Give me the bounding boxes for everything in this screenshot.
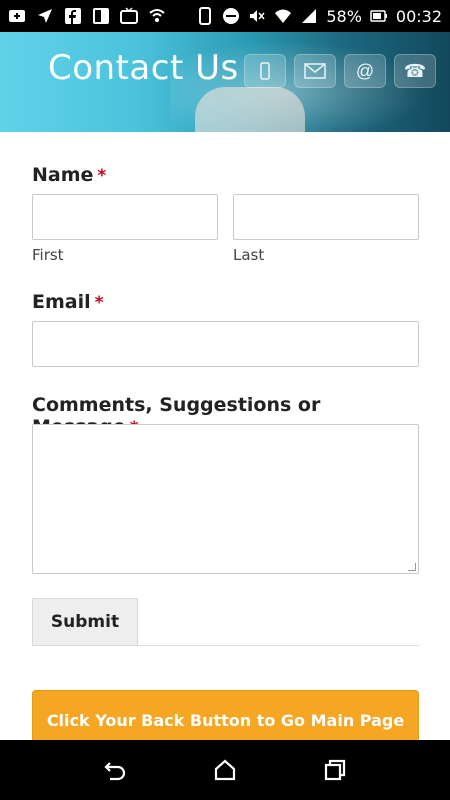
battery-percent: 58% (326, 6, 362, 26)
mobile-icon (244, 54, 286, 88)
submit-button[interactable]: Submit (32, 598, 138, 646)
last-name-group: Last (233, 194, 419, 264)
minus-circle-icon (222, 7, 240, 25)
signal-icon (300, 7, 318, 25)
message-textarea[interactable] (32, 424, 419, 574)
first-name-sublabel: First (32, 246, 64, 264)
add-icon (8, 7, 26, 25)
last-name-sublabel: Last (233, 246, 265, 264)
navigation-bar (0, 740, 450, 800)
submit-row: Submit (32, 598, 419, 646)
navigation-icon (36, 7, 54, 25)
first-name-input[interactable] (32, 194, 218, 240)
header-banner: Contact Us @ ☎ (0, 32, 450, 132)
telephone-icon: ☎ (394, 54, 436, 88)
first-name-group: First (32, 194, 218, 264)
required-marker: * (94, 293, 104, 313)
status-bar: 58% 00:32 (0, 0, 450, 32)
back-icon[interactable] (99, 754, 131, 786)
at-icon: @ (344, 54, 386, 88)
email-label-group: Email * (32, 291, 104, 313)
recents-icon[interactable] (319, 754, 351, 786)
phone-icon (196, 7, 214, 25)
last-name-input[interactable] (233, 194, 419, 240)
shield-icon (148, 7, 166, 25)
email-input[interactable] (32, 321, 419, 367)
banner-hand-image (195, 87, 305, 132)
mail-icon (294, 54, 336, 88)
facebook-icon (64, 7, 82, 25)
name-label: Name (32, 164, 94, 186)
email-label: Email (32, 291, 91, 313)
resize-handle-icon[interactable] (408, 563, 416, 571)
name-row: First Last (32, 194, 419, 264)
clock: 00:32 (395, 6, 442, 26)
name-label-group: Name * (32, 164, 106, 186)
wifi-icon (274, 7, 292, 25)
required-marker: * (97, 166, 107, 186)
mute-icon (248, 7, 266, 25)
tv-icon (120, 7, 138, 25)
screen-icon (92, 7, 110, 25)
home-icon[interactable] (209, 754, 241, 786)
contact-icon-row: @ ☎ (244, 54, 436, 88)
battery-icon (370, 7, 388, 25)
page-title: Contact Us (48, 48, 239, 88)
